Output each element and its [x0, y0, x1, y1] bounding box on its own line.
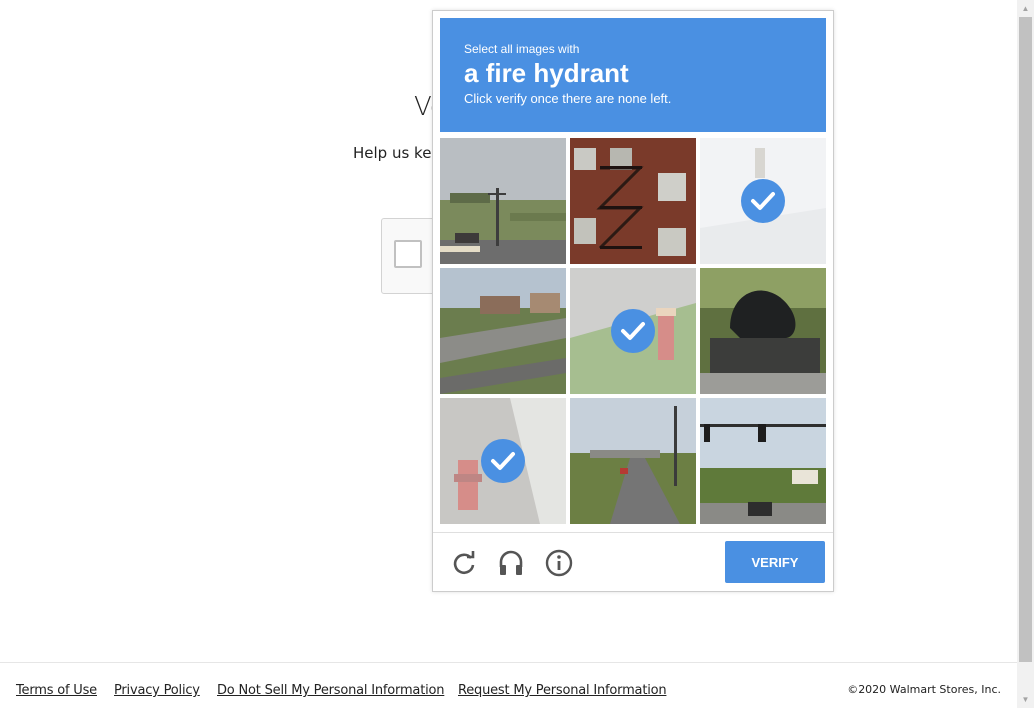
captcha-header: Select all images with a fire hydrant Cl… [440, 18, 826, 132]
page-subtitle: Help us kee [353, 144, 441, 162]
captcha-tile[interactable] [440, 398, 566, 524]
captcha-target: a fire hydrant [464, 58, 629, 88]
captcha-tile[interactable] [440, 268, 566, 394]
captcha-grid [440, 138, 826, 524]
captcha-tile[interactable] [570, 398, 696, 524]
captcha-tile[interactable] [570, 138, 696, 264]
captcha-divider [433, 532, 833, 533]
captcha-tile[interactable] [570, 268, 696, 394]
headphones-icon[interactable] [496, 548, 526, 578]
scrollbar-thumb[interactable] [1019, 17, 1032, 662]
request-info-link[interactable]: Request My Personal Information [458, 683, 667, 698]
vertical-scrollbar[interactable]: ▲ ▼ [1017, 0, 1034, 708]
info-icon[interactable] [544, 548, 574, 578]
captcha-hint: Click verify once there are none left. [464, 91, 672, 106]
verify-button[interactable]: VERIFY [725, 541, 825, 583]
copyright: ©2020 Walmart Stores, Inc. [847, 683, 1001, 696]
captcha-tile[interactable] [700, 398, 826, 524]
scroll-down-arrow-icon[interactable]: ▼ [1017, 691, 1034, 708]
captcha-challenge: Select all images with a fire hydrant Cl… [432, 10, 834, 592]
captcha-tile[interactable] [700, 138, 826, 264]
scroll-up-arrow-icon[interactable]: ▲ [1017, 0, 1034, 17]
captcha-tile[interactable] [440, 138, 566, 264]
terms-of-use-link[interactable]: Terms of Use [16, 683, 97, 698]
recaptcha-checkbox[interactable] [394, 240, 422, 268]
reload-icon[interactable] [449, 548, 479, 578]
do-not-sell-link[interactable]: Do Not Sell My Personal Information [217, 683, 445, 698]
footer: Terms of Use Privacy Policy Do Not Sell … [0, 662, 1017, 709]
privacy-policy-link[interactable]: Privacy Policy [114, 683, 200, 698]
captcha-instruction: Select all images with [464, 42, 580, 56]
captcha-tile[interactable] [700, 268, 826, 394]
